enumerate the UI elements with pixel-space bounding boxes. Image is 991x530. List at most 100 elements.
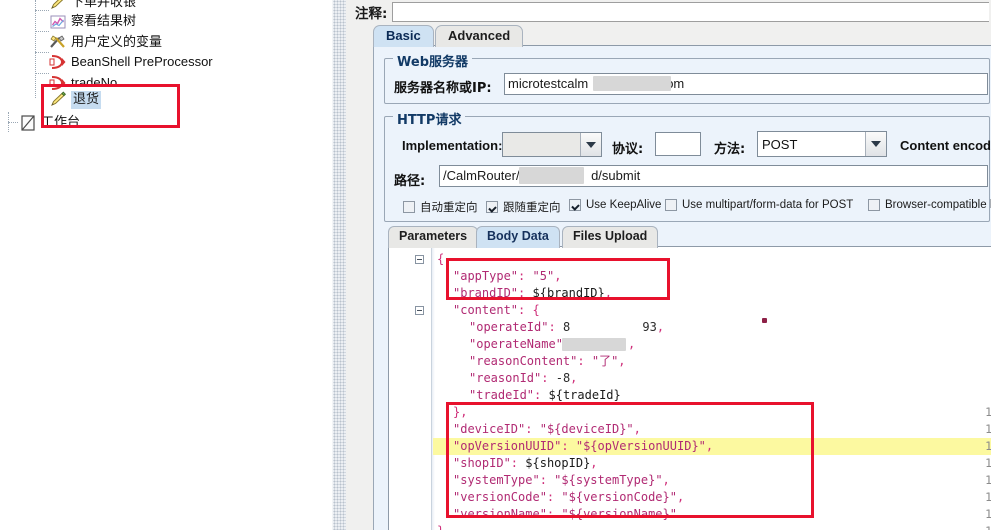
editor-code-line[interactable]: }, bbox=[453, 404, 467, 421]
editor-code-line[interactable]: "reasonContent": "了", bbox=[469, 353, 626, 370]
chevron-down-icon[interactable] bbox=[865, 132, 886, 156]
comment-label: 注释: bbox=[355, 5, 388, 22]
tab-body-data[interactable]: Body Data bbox=[476, 226, 560, 248]
tab-advanced[interactable]: Advanced bbox=[435, 25, 524, 47]
tree-item-label: 察看结果树 bbox=[71, 13, 137, 29]
checkbox-use-keepalive[interactable]: Use KeepAlive bbox=[569, 199, 661, 211]
checkbox-box[interactable] bbox=[868, 199, 880, 211]
method-value: POST bbox=[762, 136, 798, 152]
editor-line-number: 10 bbox=[985, 404, 991, 421]
tab-parameters[interactable]: Parameters bbox=[388, 226, 479, 248]
editor-code-line[interactable]: "systemType": "${systemType}", bbox=[453, 472, 670, 489]
editor-line-number: 11 bbox=[985, 421, 991, 438]
checkbox-browser-compatible-headers[interactable]: Browser-compatible headers bbox=[868, 199, 991, 211]
tab-basic[interactable]: Basic bbox=[373, 25, 434, 47]
checkbox-follow-redirect[interactable]: 跟随重定向 bbox=[486, 199, 561, 215]
tree-item-label: 用户定义的变量 bbox=[71, 34, 163, 50]
editor-gutter-edge bbox=[432, 247, 435, 530]
editor-fold-marker[interactable] bbox=[415, 255, 424, 264]
editor-code-line[interactable]: "tradeId": ${tradeId} bbox=[469, 387, 621, 404]
tree-item-3[interactable]: BeanShell PreProcessor bbox=[48, 51, 213, 72]
chevron-down-icon[interactable] bbox=[580, 133, 601, 156]
protocol-input[interactable] bbox=[655, 132, 701, 156]
method-combo[interactable]: POST bbox=[757, 131, 887, 157]
server-name-redacted-mask bbox=[593, 76, 671, 91]
tree-guide bbox=[35, 10, 49, 11]
tree-item-label: 下单并收银 bbox=[71, 0, 137, 10]
tree-item-5-selected[interactable]: 退货 bbox=[48, 89, 102, 110]
http-request-editor: 注释: Basic Advanced Web服务器 服务器名称或IP: micr… bbox=[346, 0, 991, 530]
path-redacted-mask bbox=[519, 167, 584, 184]
http-request-group-title: HTTP请求 bbox=[393, 109, 466, 128]
path-label: 路径: bbox=[394, 174, 426, 189]
editor-line-number: 16 bbox=[985, 506, 991, 523]
protocol-label: 协议: bbox=[612, 142, 644, 157]
checkbox-label: Use multipart/form-data for POST bbox=[682, 199, 854, 211]
editor-line-number: 17 bbox=[985, 523, 991, 530]
comment-input[interactable] bbox=[392, 1, 989, 22]
editor-gutter bbox=[389, 247, 432, 530]
tree-item-label: BeanShell PreProcessor bbox=[71, 53, 213, 69]
editor-fold-marker[interactable] bbox=[415, 306, 424, 315]
tree-item-label: 工作台 bbox=[41, 114, 81, 130]
jmeter-window: 下单并收银 察看结果树 用户定义的变量 BeanShell PreProcess… bbox=[0, 0, 991, 530]
path-value-suffix: d/submit bbox=[591, 168, 641, 183]
checkbox-box[interactable] bbox=[665, 199, 677, 211]
checkbox-use-multipart[interactable]: Use multipart/form-data for POST bbox=[665, 199, 853, 211]
editor-code-line[interactable]: { bbox=[437, 251, 444, 268]
implementation-label: Implementation: bbox=[402, 138, 503, 153]
server-name-label: 服务器名称或IP: bbox=[394, 81, 492, 96]
checkbox-label: 跟随重定向 bbox=[503, 200, 561, 214]
workbench-icon bbox=[18, 114, 38, 132]
server-name-value-prefix: microtestcalm bbox=[508, 76, 589, 91]
editor-code-line[interactable]: "brandID": ${brandID}, bbox=[453, 285, 612, 302]
test-plan-tree[interactable]: 下单并收银 察看结果树 用户定义的变量 BeanShell PreProcess… bbox=[0, 0, 332, 530]
tree-item-2[interactable]: 用户定义的变量 bbox=[48, 32, 162, 53]
body-data-editor[interactable]: 1234567891011121314151617 {"appType": "5… bbox=[388, 246, 991, 530]
tab-files-upload[interactable]: Files Upload bbox=[562, 226, 659, 248]
tree-guide bbox=[35, 31, 49, 32]
checkbox-label: Use KeepAlive bbox=[586, 199, 662, 211]
pane-splitter[interactable] bbox=[332, 0, 347, 530]
editor-code-line[interactable]: "appType": "5", bbox=[453, 268, 561, 285]
tree-guide bbox=[35, 52, 49, 53]
preprocessor-arrow-icon bbox=[48, 53, 68, 71]
server-name-input[interactable]: microtestcalm om bbox=[504, 73, 988, 95]
body-tabbar[interactable]: Parameters Body Data Files Upload bbox=[388, 226, 988, 248]
checkbox-box[interactable] bbox=[486, 201, 498, 213]
editor-line-number: 15 bbox=[985, 489, 991, 506]
chart-icon bbox=[48, 13, 68, 31]
method-label: 方法: bbox=[714, 142, 746, 157]
editor-code-line[interactable]: "opVersionUUID": "${opVersionUUID}", bbox=[453, 438, 713, 455]
tree-item-label: 退货 bbox=[71, 90, 102, 109]
editor-code-line[interactable]: "versionCode": "${versionCode}", bbox=[453, 489, 684, 506]
tree-item-1[interactable]: 察看结果树 bbox=[48, 11, 136, 32]
comment-row: 注释: bbox=[346, 0, 991, 23]
checkbox-box[interactable] bbox=[569, 199, 581, 211]
tree-item-6[interactable]: 工作台 bbox=[18, 112, 80, 133]
editor-code-line[interactable]: "reasonId": -8, bbox=[469, 370, 577, 387]
editor-code-line[interactable]: "deviceID": "${deviceID}", bbox=[453, 421, 641, 438]
checkbox-label: 自动重定向 bbox=[420, 200, 478, 214]
editor-code-line[interactable]: "content": { bbox=[453, 302, 540, 319]
implementation-combo[interactable] bbox=[502, 132, 602, 157]
path-value-prefix: /CalmRouter/v bbox=[443, 168, 527, 183]
editor-code-line[interactable]: } bbox=[437, 523, 444, 530]
operate-id-redacted-mask bbox=[562, 338, 626, 351]
basic-advanced-tabbar[interactable]: Basic Advanced bbox=[373, 25, 991, 47]
editor-line-number: 12 bbox=[985, 438, 991, 455]
tree-guide bbox=[8, 122, 18, 123]
editor-code-line[interactable]: "shopID": ${shopID}, bbox=[453, 455, 598, 472]
content-encoding-label: Content encoding bbox=[900, 138, 991, 153]
editor-line-number: 13 bbox=[985, 455, 991, 472]
editor-code-line[interactable]: "versionName": "${versionName}" bbox=[453, 506, 677, 523]
tools-icon bbox=[48, 34, 68, 52]
pencil-icon bbox=[48, 90, 68, 109]
editor-code-line[interactable]: "operateId": 8 93, bbox=[469, 319, 664, 336]
checkbox-auto-redirect[interactable]: 自动重定向 bbox=[403, 199, 478, 215]
pencil-icon bbox=[48, 0, 68, 12]
stray-red-dot bbox=[762, 318, 767, 323]
checkbox-box[interactable] bbox=[403, 201, 415, 213]
basic-tab-panel: Web服务器 服务器名称或IP: microtestcalm om HTTP请求 … bbox=[373, 46, 991, 530]
tree-guide bbox=[35, 73, 49, 74]
